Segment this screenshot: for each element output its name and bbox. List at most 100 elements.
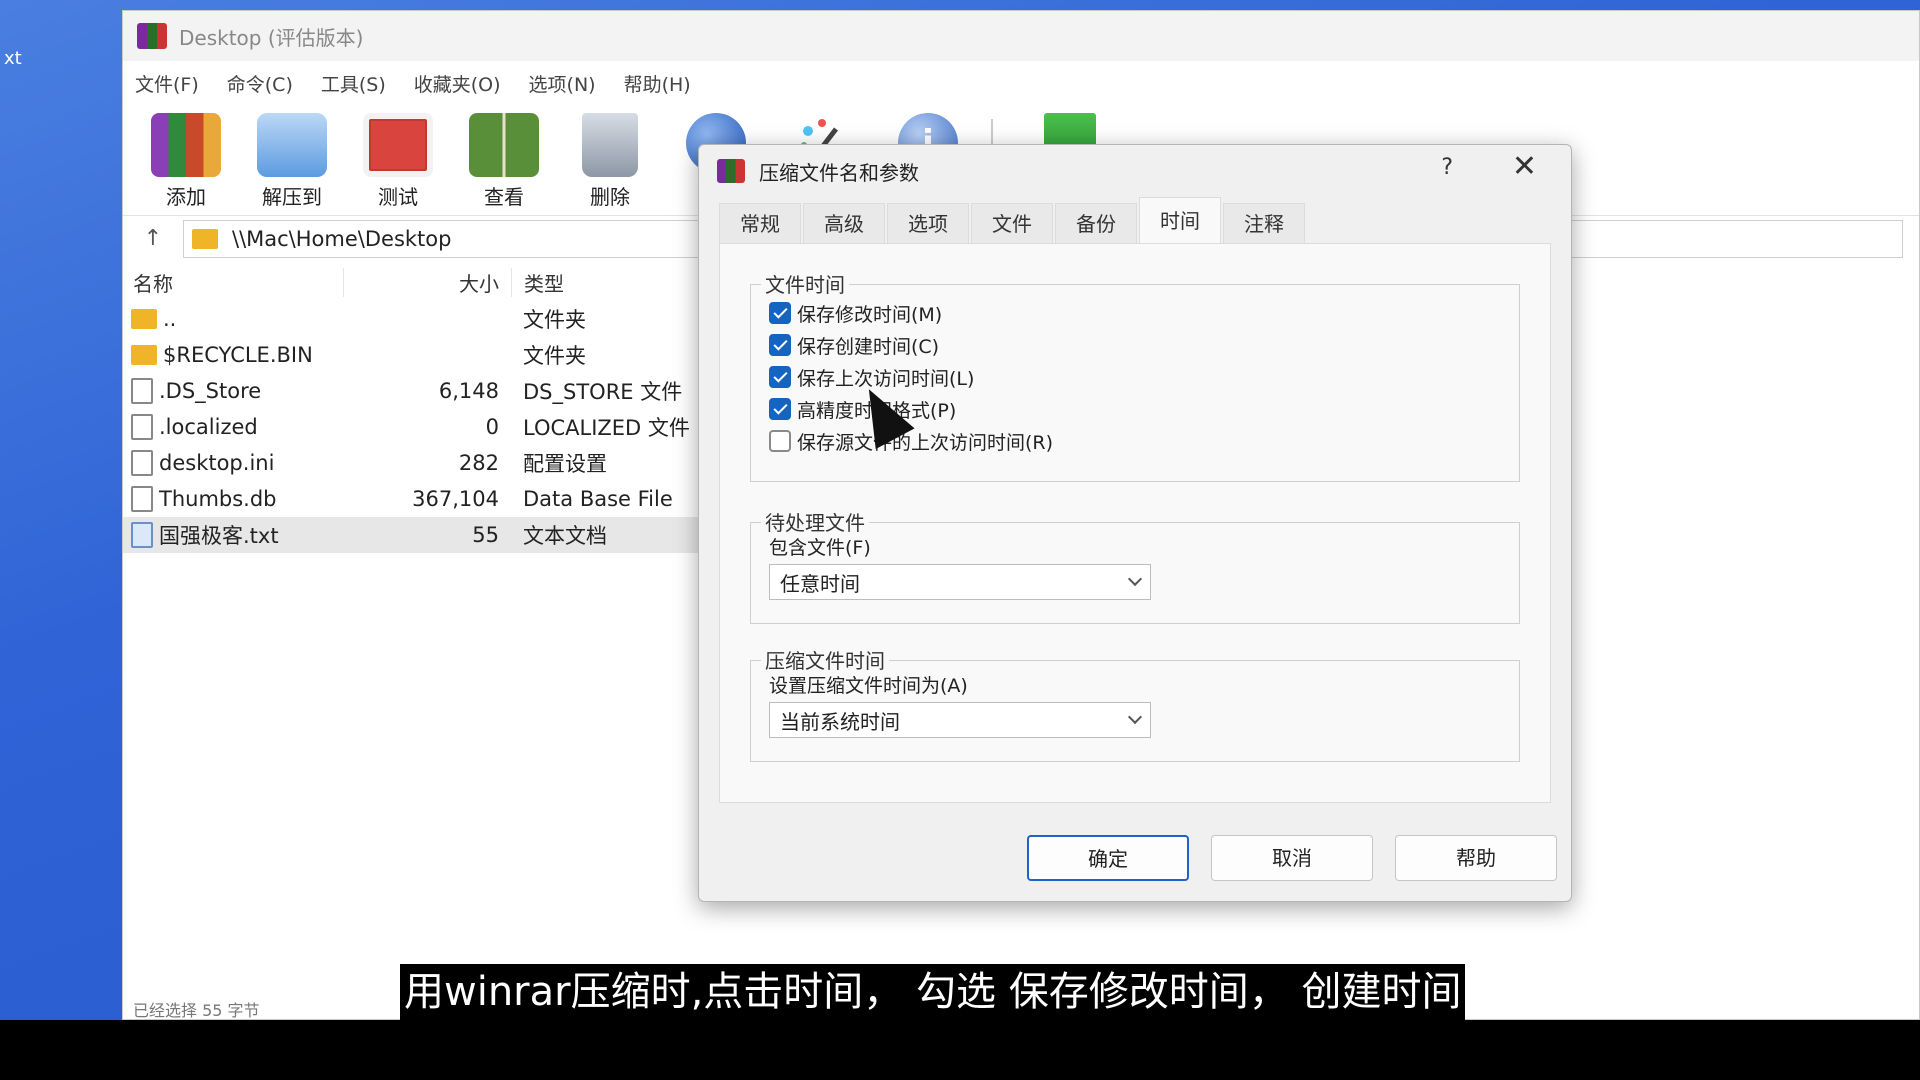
menu-options[interactable]: 选项(N) <box>529 70 596 97</box>
include-files-label: 包含文件(F) <box>769 537 871 559</box>
set-archive-time-label: 设置压缩文件时间为(A) <box>769 675 968 697</box>
save-accessed-time-checkbox[interactable] <box>769 366 791 388</box>
include-files-value: 任意时间 <box>780 571 860 596</box>
file-size: 0 <box>485 415 499 439</box>
archive-name-params-dialog: 压缩文件名和参数 ? ✕ 常规 高级 选项 文件 备份 时间 注释 文件时间 保… <box>698 144 1572 902</box>
add-label: 添加 <box>166 185 206 209</box>
settings-file-icon <box>131 450 153 476</box>
tab-general[interactable]: 常规 <box>719 203 801 243</box>
file-name: .localized <box>159 415 258 439</box>
file-type: Data Base File <box>523 487 673 511</box>
title-bar: Desktop (评估版本) <box>123 11 1919 61</box>
save-modified-time-label: 保存修改时间(M) <box>797 303 943 326</box>
tab-files[interactable]: 文件 <box>971 203 1053 243</box>
view-book-icon <box>469 113 539 177</box>
file-time-group: 文件时间 保存修改时间(M) 保存创建时间(C) 保存上次访问时间(L) 高精度… <box>750 269 1520 482</box>
extract-to-button[interactable]: 解压到 <box>239 113 345 210</box>
tab-options[interactable]: 选项 <box>887 203 969 243</box>
help-button[interactable]: 帮助 <box>1395 835 1557 881</box>
folder-icon <box>131 309 157 329</box>
file-type: LOCALIZED 文件 <box>523 416 690 440</box>
dialog-title: 压缩文件名和参数 <box>759 160 919 185</box>
save-created-time-option[interactable]: 保存创建时间(C) <box>751 329 1519 361</box>
extract-to-label: 解压到 <box>262 185 322 209</box>
help-icon[interactable]: ? <box>1441 155 1453 180</box>
path-text: \\Mac\Home\Desktop <box>232 226 452 251</box>
column-type[interactable]: 类型 <box>511 267 711 297</box>
file-icon <box>131 414 153 440</box>
video-caption: 用winrar压缩时,点击时间， 勾选 保存修改时间， 创建时间 <box>400 964 1466 1020</box>
file-name: Thumbs.db <box>159 487 277 511</box>
file-size: 367,104 <box>412 487 499 511</box>
file-name: desktop.ini <box>159 451 275 475</box>
time-tab-panel: 文件时间 保存修改时间(M) 保存创建时间(C) 保存上次访问时间(L) 高精度… <box>719 243 1551 803</box>
delete-label: 删除 <box>590 185 630 209</box>
chevron-down-icon <box>1127 709 1143 725</box>
tab-backup[interactable]: 备份 <box>1055 203 1137 243</box>
archive-time-title: 压缩文件时间 <box>761 645 889 674</box>
file-time-title: 文件时间 <box>761 269 849 298</box>
file-type: DS_STORE 文件 <box>523 380 683 404</box>
folder-icon <box>192 228 218 249</box>
dialog-title-bar: 压缩文件名和参数 ? ✕ <box>699 145 1571 197</box>
archive-time-value: 当前系统时间 <box>780 709 900 734</box>
trash-icon <box>582 113 638 177</box>
file-type: 文件夹 <box>523 308 586 332</box>
file-size: 282 <box>458 451 499 475</box>
column-size[interactable]: 大小 <box>343 267 511 297</box>
menu-help[interactable]: 帮助(H) <box>624 70 691 97</box>
preserve-source-access-time-label: 保存源文件的上次访问时间(R) <box>797 431 1054 454</box>
pending-files-group: 待处理文件 包含文件(F) 任意时间 <box>750 507 1520 624</box>
menu-tools[interactable]: 工具(S) <box>321 70 386 97</box>
save-accessed-time-option[interactable]: 保存上次访问时间(L) <box>751 361 1519 393</box>
file-type: 文本文档 <box>523 524 607 548</box>
text-file-icon <box>131 522 153 548</box>
file-size: 55 <box>472 523 499 547</box>
tab-advanced[interactable]: 高级 <box>803 203 885 243</box>
winrar-logo-icon <box>137 23 167 49</box>
menu-command[interactable]: 命令(C) <box>227 70 293 97</box>
save-modified-time-checkbox[interactable] <box>769 302 791 324</box>
file-type: 配置设置 <box>523 452 607 476</box>
save-created-time-checkbox[interactable] <box>769 334 791 356</box>
column-name[interactable]: 名称 <box>123 268 343 297</box>
close-icon[interactable]: ✕ <box>1512 149 1537 184</box>
video-letterbox <box>0 1020 1920 1080</box>
view-label: 查看 <box>484 185 524 209</box>
save-created-time-label: 保存创建时间(C) <box>797 335 940 358</box>
dialog-tabs: 常规 高级 选项 文件 备份 时间 注释 <box>699 197 1571 243</box>
db-file-icon <box>131 486 153 512</box>
delete-button[interactable]: 删除 <box>557 113 663 210</box>
window-title: Desktop (评估版本) <box>179 25 364 50</box>
test-button[interactable]: 测试 <box>345 113 451 210</box>
chevron-down-icon <box>1127 571 1143 587</box>
file-type: 文件夹 <box>523 344 586 368</box>
file-name: 国强极客.txt <box>159 524 279 548</box>
test-icon <box>363 113 433 177</box>
pending-files-title: 待处理文件 <box>761 507 869 536</box>
tab-comment[interactable]: 注释 <box>1223 203 1305 243</box>
include-files-dropdown[interactable]: 任意时间 <box>769 564 1151 600</box>
menu-bar: 文件(F) 命令(C) 工具(S) 收藏夹(O) 选项(N) 帮助(H) <box>123 61 1919 105</box>
add-archive-icon <box>151 113 221 177</box>
ok-button[interactable]: 确定 <box>1027 835 1189 881</box>
test-label: 测试 <box>378 185 418 209</box>
winrar-logo-icon <box>717 159 745 183</box>
folder-icon <box>131 345 157 365</box>
desktop-edge-text: xt <box>4 48 22 69</box>
file-icon <box>131 378 153 404</box>
archive-time-dropdown[interactable]: 当前系统时间 <box>769 702 1151 738</box>
tab-time[interactable]: 时间 <box>1139 197 1221 243</box>
high-precision-time-checkbox[interactable] <box>769 398 791 420</box>
up-arrow-icon[interactable]: ↑ <box>123 226 183 251</box>
add-button[interactable]: 添加 <box>133 113 239 210</box>
file-name: $RECYCLE.BIN <box>163 343 313 367</box>
menu-file[interactable]: 文件(F) <box>135 70 199 97</box>
menu-favorites[interactable]: 收藏夹(O) <box>414 70 501 97</box>
view-button[interactable]: 查看 <box>451 113 557 210</box>
file-name: .DS_Store <box>159 379 262 403</box>
preserve-source-access-time-checkbox[interactable] <box>769 430 791 452</box>
extract-to-icon <box>257 113 327 177</box>
cancel-button[interactable]: 取消 <box>1211 835 1373 881</box>
save-modified-time-option[interactable]: 保存修改时间(M) <box>751 297 1519 329</box>
